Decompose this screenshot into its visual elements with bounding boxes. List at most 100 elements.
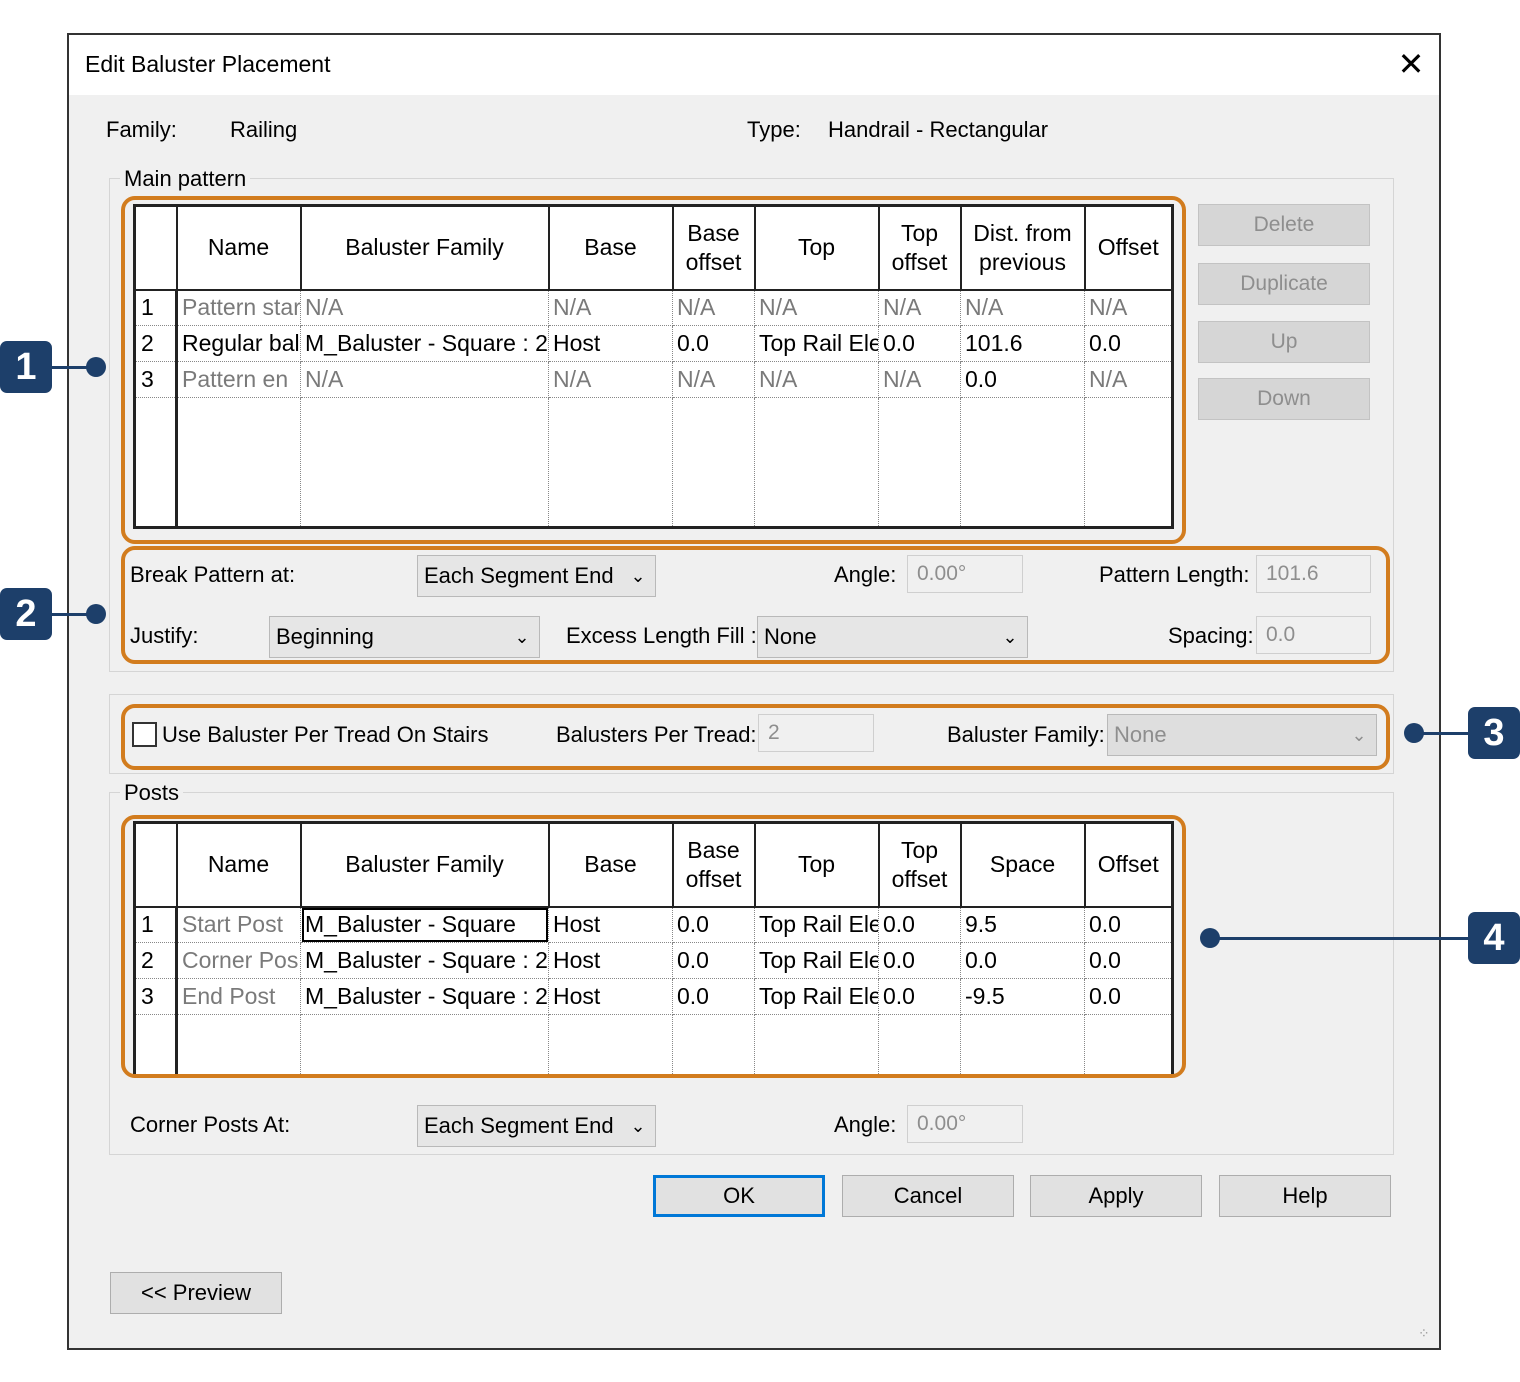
up-button[interactable]: Up — [1198, 321, 1370, 363]
header-baluster-family[interactable]: Baluster Family — [299, 821, 550, 908]
header-offset[interactable]: Offset — [1083, 821, 1174, 908]
resize-grip-icon[interactable]: ⁘ — [1418, 1325, 1430, 1342]
help-button[interactable]: Help — [1219, 1175, 1391, 1217]
cell-base-offset[interactable]: N/A — [672, 289, 755, 326]
cell-top-offset[interactable]: N/A — [878, 289, 961, 326]
cell-top[interactable]: Top Rail Ele — [754, 906, 879, 943]
family-value: Railing — [230, 117, 298, 142]
cell-dist-from-previous[interactable]: 0.0 — [960, 361, 1085, 398]
header-top[interactable]: Top — [753, 204, 880, 291]
cell-top-offset[interactable]: 0.0 — [878, 325, 961, 362]
table-row[interactable]: 1 Pattern star N/A N/A N/A N/A N/A N/A N… — [134, 289, 1173, 326]
delete-button[interactable]: Delete — [1198, 204, 1370, 246]
cell-baluster-family[interactable]: M_Baluster - Square — [300, 906, 549, 943]
spacing-label: Spacing: — [1168, 623, 1254, 648]
row-number: 3 — [134, 978, 178, 1015]
main-pattern-table[interactable]: Name Baluster Family Base Base offset To… — [133, 204, 1174, 529]
cell-baluster-family[interactable]: M_Baluster - Square : 2 — [300, 978, 549, 1015]
header-baluster-family[interactable]: Baluster Family — [299, 204, 550, 291]
justify-select[interactable]: Beginning ⌄ — [269, 616, 540, 658]
cell-base[interactable]: N/A — [548, 361, 673, 398]
excess-length-fill-select[interactable]: None ⌄ — [757, 616, 1028, 658]
cell-offset[interactable]: 0.0 — [1084, 942, 1173, 979]
header-top-offset[interactable]: Top offset — [877, 204, 962, 291]
header-offset[interactable]: Offset — [1083, 204, 1174, 291]
cancel-button[interactable]: Cancel — [842, 1175, 1014, 1217]
pattern-length-field[interactable]: 101.6 — [1256, 555, 1371, 593]
cell-name[interactable]: Pattern star — [176, 289, 301, 326]
tread-baluster-family-select[interactable]: None ⌄ — [1107, 714, 1377, 756]
cell-name[interactable]: End Post — [176, 978, 301, 1015]
cell-top-offset[interactable]: 0.0 — [878, 906, 961, 943]
table-row[interactable]: 1 Start Post M_Baluster - Square Host 0.… — [134, 906, 1173, 943]
cell-space[interactable]: -9.5 — [960, 978, 1085, 1015]
dialog-title: Edit Baluster Placement — [85, 51, 331, 77]
table-empty-row — [134, 397, 1173, 528]
down-button[interactable]: Down — [1198, 378, 1370, 420]
posts-table[interactable]: Name Baluster Family Base Base offset To… — [133, 821, 1174, 1077]
header-name[interactable]: Name — [175, 821, 302, 908]
preview-button[interactable]: << Preview — [110, 1272, 282, 1314]
cell-base[interactable]: Host — [548, 325, 673, 362]
cell-offset[interactable]: N/A — [1084, 361, 1173, 398]
table-row[interactable]: 2 Regular bal M_Baluster - Square : 2 Ho… — [134, 325, 1173, 362]
table-row[interactable]: 2 Corner Pos M_Baluster - Square : 2 Hos… — [134, 942, 1173, 979]
header-top-offset[interactable]: Top offset — [877, 821, 962, 908]
cell-top[interactable]: N/A — [754, 289, 879, 326]
cell-base-offset[interactable]: N/A — [672, 361, 755, 398]
posts-angle-field[interactable]: 0.00° — [907, 1105, 1023, 1143]
ok-button[interactable]: OK — [653, 1175, 825, 1217]
cell-name[interactable]: Regular bal — [176, 325, 301, 362]
cell-base-offset[interactable]: 0.0 — [672, 978, 755, 1015]
cell-base-offset[interactable]: 0.0 — [672, 906, 755, 943]
cell-name[interactable]: Start Post — [176, 906, 301, 943]
cell-base[interactable]: Host — [548, 906, 673, 943]
cell-offset[interactable]: 0.0 — [1084, 325, 1173, 362]
header-base[interactable]: Base — [547, 204, 674, 291]
use-baluster-per-tread-checkbox[interactable] — [132, 722, 157, 747]
header-base-offset[interactable]: Base offset — [671, 821, 756, 908]
cell-top-offset[interactable]: N/A — [878, 361, 961, 398]
cell-top[interactable]: Top Rail Ele — [754, 978, 879, 1015]
cell-base-offset[interactable]: 0.0 — [672, 942, 755, 979]
cell-baluster-family[interactable]: M_Baluster - Square : 2 — [300, 325, 549, 362]
angle-field[interactable]: 0.00° — [907, 555, 1023, 593]
table-row[interactable]: 3 Pattern en N/A N/A N/A N/A N/A 0.0 N/A — [134, 361, 1173, 398]
header-base[interactable]: Base — [547, 821, 674, 908]
apply-button[interactable]: Apply — [1030, 1175, 1202, 1217]
callout-dot-3 — [1404, 723, 1424, 743]
close-icon[interactable]: ✕ — [1394, 47, 1428, 81]
cell-top[interactable]: Top Rail Ele — [754, 325, 879, 362]
cell-offset[interactable]: 0.0 — [1084, 978, 1173, 1015]
cell-top[interactable]: Top Rail Ele — [754, 942, 879, 979]
corner-posts-select[interactable]: Each Segment End ⌄ — [417, 1105, 656, 1147]
header-base-offset[interactable]: Base offset — [671, 204, 756, 291]
cell-dist-from-previous[interactable]: N/A — [960, 289, 1085, 326]
cell-offset[interactable]: 0.0 — [1084, 906, 1173, 943]
table-row[interactable]: 3 End Post M_Baluster - Square : 2 Host … — [134, 978, 1173, 1015]
cell-name[interactable]: Corner Pos — [176, 942, 301, 979]
duplicate-button[interactable]: Duplicate — [1198, 263, 1370, 305]
cell-baluster-family[interactable]: M_Baluster - Square : 2 — [300, 942, 549, 979]
cell-top[interactable]: N/A — [754, 361, 879, 398]
header-top[interactable]: Top — [753, 821, 880, 908]
break-pattern-select[interactable]: Each Segment End ⌄ — [417, 555, 656, 597]
cell-base-offset[interactable]: 0.0 — [672, 325, 755, 362]
spacing-field[interactable]: 0.0 — [1256, 616, 1371, 654]
cell-top-offset[interactable]: 0.0 — [878, 978, 961, 1015]
cell-baluster-family[interactable]: N/A — [300, 361, 549, 398]
cell-name[interactable]: Pattern en — [176, 361, 301, 398]
cell-base[interactable]: Host — [548, 942, 673, 979]
cell-top-offset[interactable]: 0.0 — [878, 942, 961, 979]
cell-base[interactable]: Host — [548, 978, 673, 1015]
cell-dist-from-previous[interactable]: 101.6 — [960, 325, 1085, 362]
cell-baluster-family[interactable]: N/A — [300, 289, 549, 326]
cell-space[interactable]: 9.5 — [960, 906, 1085, 943]
header-dist-from-previous[interactable]: Dist. from previous — [959, 204, 1086, 291]
header-space[interactable]: Space — [959, 821, 1086, 908]
cell-base[interactable]: N/A — [548, 289, 673, 326]
cell-space[interactable]: 0.0 — [960, 942, 1085, 979]
header-name[interactable]: Name — [175, 204, 302, 291]
balusters-per-tread-field[interactable]: 2 — [758, 714, 874, 752]
cell-offset[interactable]: N/A — [1084, 289, 1173, 326]
